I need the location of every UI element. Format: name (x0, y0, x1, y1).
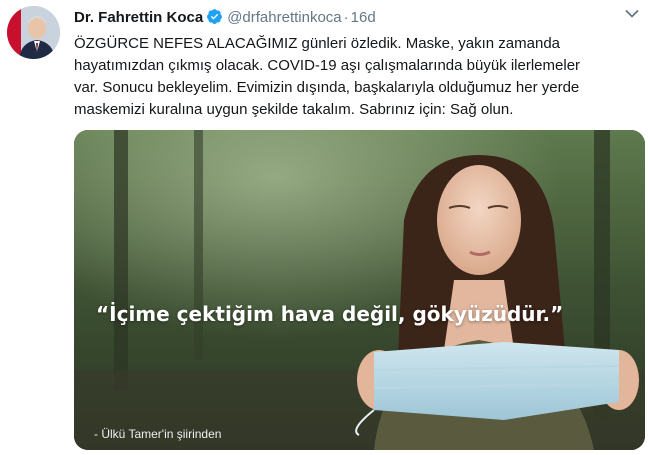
author-name[interactable]: Dr. Fahrettin Koca (74, 9, 203, 26)
chevron-down-icon[interactable] (625, 9, 639, 19)
media-photo (74, 130, 645, 450)
author-handle[interactable]: @drfahrettinkoca (227, 9, 341, 26)
image-quote-text: “İçime çektiğim hava değil, gökyüzüdür.” (96, 302, 564, 326)
tweet-text: ÖZGÜRCE NEFES ALACAĞIMIZ günleri özledik… (74, 35, 581, 118)
tweet-media-image[interactable]: “İçime çektiğim hava değil, gökyüzüdür.”… (74, 130, 645, 450)
avatar[interactable] (7, 6, 60, 59)
separator-dot: · (343, 9, 349, 26)
timestamp[interactable]: 16d (351, 9, 376, 26)
tweet[interactable]: Dr. Fahrettin Koca @drfahrettinkoca · 16d Ö… (0, 0, 650, 455)
verified-badge-icon (207, 9, 223, 24)
tweet-header: Dr. Fahrettin Koca @drfahrettinkoca · 16d (74, 8, 644, 28)
image-credit-text: - Ülkü Tamer'in şiirinden (94, 427, 222, 441)
